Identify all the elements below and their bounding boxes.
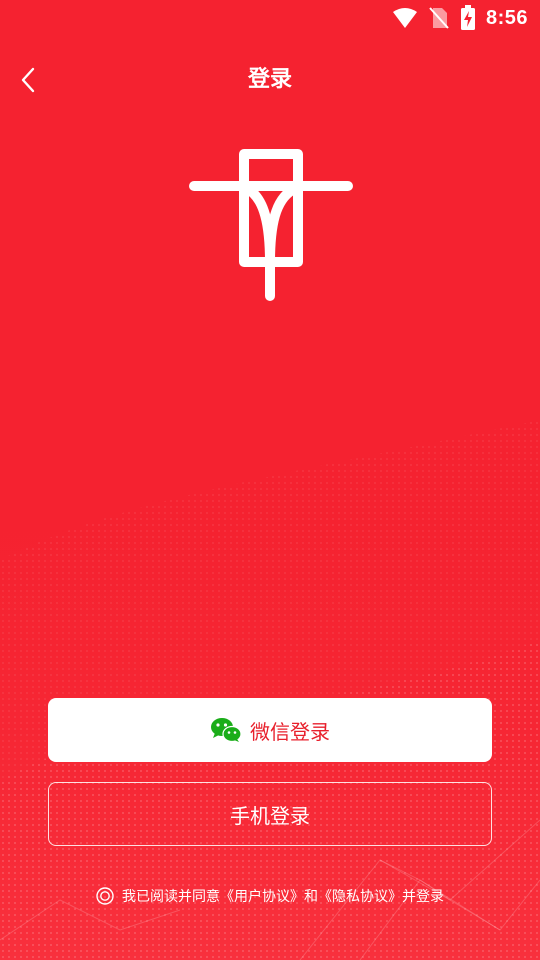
wechat-icon [210,717,242,743]
no-sim-icon [428,6,450,30]
agreement-row: 我已阅读并同意 《用户协议》 和 《隐私协议》 并登录 [0,884,540,908]
wifi-icon [392,7,418,29]
user-agreement-link[interactable]: 《用户协议》 [220,886,304,906]
wechat-login-button[interactable]: 微信登录 [48,698,492,762]
page-title: 登录 [247,67,292,92]
agreement-conjunction: 和 [304,889,318,905]
phone-login-button[interactable]: 手机登录 [48,782,492,846]
phone-login-label: 手机登录 [230,803,310,828]
agreement-prefix: 我已阅读并同意 [122,889,220,905]
app-logo [189,149,353,301]
status-bar: 8:56 [0,0,540,36]
status-icons: 8:56 [392,4,528,32]
wechat-login-label: 微信登录 [250,719,330,744]
battery-charging-icon [460,5,476,31]
radio-unchecked-icon [96,887,114,905]
status-time: 8:56 [485,6,528,29]
agreement-suffix: 并登录 [402,889,444,905]
agreement-radio[interactable] [96,887,114,905]
privacy-policy-link[interactable]: 《隐私协议》 [318,886,402,906]
nav-bar: 登录 [0,52,540,108]
